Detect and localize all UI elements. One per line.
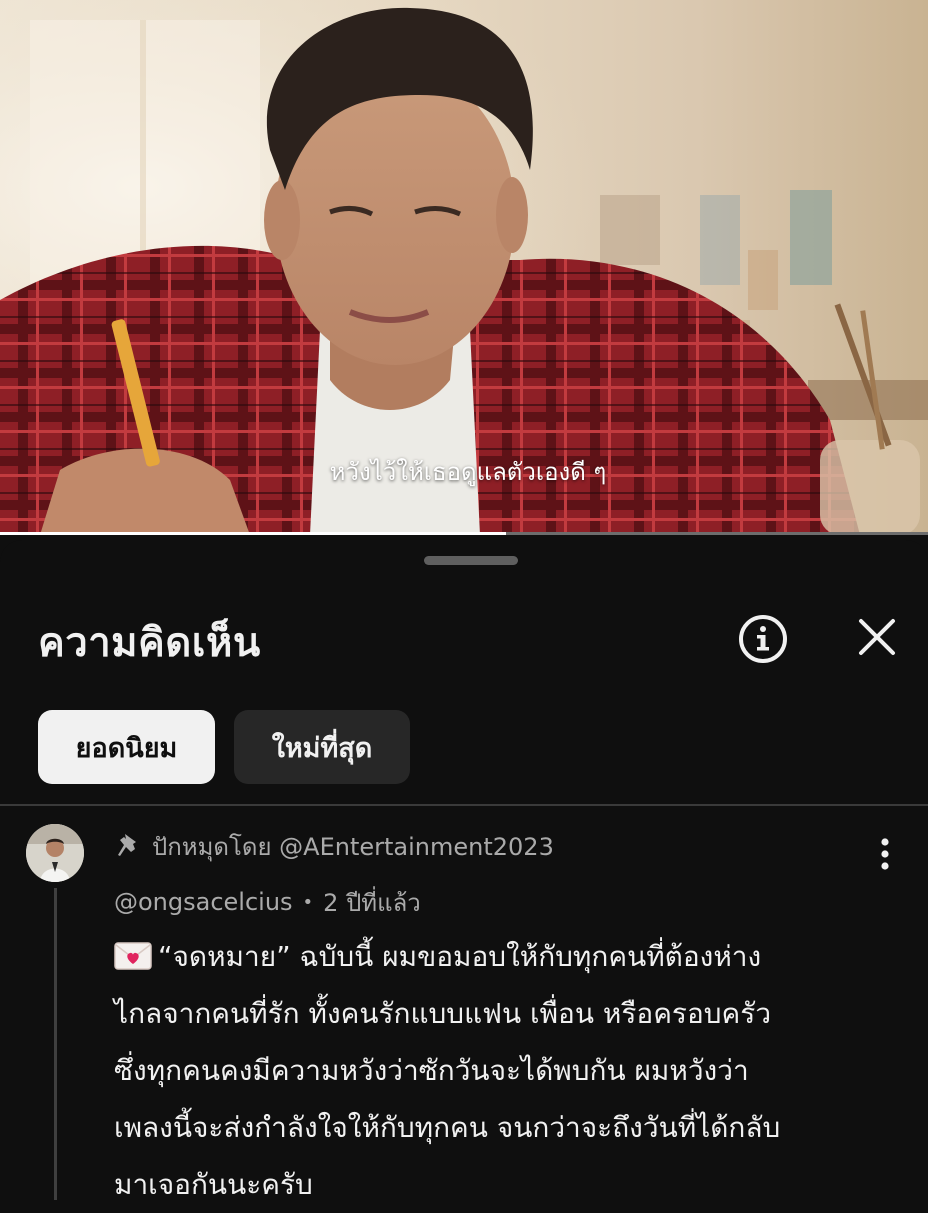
close-icon bbox=[859, 619, 895, 655]
video-player[interactable]: หวังไว้ให้เธอดูแลตัวเองดี ๆ bbox=[0, 0, 928, 535]
comments-title: ความคิดเห็น bbox=[38, 620, 261, 666]
comment-line: ซึ่งทุกคนคงมีความหวังว่าซักวันจะได้พบกัน… bbox=[114, 1054, 749, 1087]
info-icon bbox=[739, 615, 787, 663]
divider bbox=[0, 804, 928, 806]
pinned-by-text: ปักหมุดโดย @AEntertainment2023 bbox=[152, 832, 554, 861]
love-letter-icon bbox=[114, 942, 152, 970]
thread-line bbox=[54, 888, 57, 1200]
video-subtitle: หวังไว้ให้เธอดูแลตัวเองดี ๆ bbox=[329, 458, 607, 486]
pin-icon bbox=[118, 834, 136, 856]
comment-line: มาเจอกันนะครับ bbox=[114, 1168, 313, 1201]
comment-text: “จดหมาย” ฉบับนี้ ผมขอมอบให้กับทุกคนที่ต้… bbox=[114, 928, 894, 1213]
video-progress-bar[interactable] bbox=[0, 532, 928, 535]
video-progress-fill bbox=[0, 532, 506, 535]
sheet-drag-handle[interactable] bbox=[424, 556, 518, 565]
comment-line-text: “จดหมาย” ฉบับนี้ ผมขอมอบให้กับทุกคนที่ต้… bbox=[158, 940, 762, 973]
close-button[interactable] bbox=[852, 612, 902, 662]
comment-meta: @ongsacelcius • 2 ปีที่แล้ว bbox=[114, 884, 421, 920]
comment-line: “จดหมาย” ฉบับนี้ ผมขอมอบให้กับทุกคนที่ต้… bbox=[114, 928, 894, 985]
comment-line: เพลงนี้จะส่งกำลังใจให้กับทุกคน จนกว่าจะถ… bbox=[114, 1111, 781, 1144]
filter-chip-newest[interactable]: ใหม่ที่สุด bbox=[234, 710, 410, 784]
comment-line: ไกลจากคนที่รัก ทั้งคนรักแบบแฟน เพื่อน หร… bbox=[114, 997, 772, 1030]
avatar-image bbox=[26, 824, 84, 882]
comment-menu-button[interactable] bbox=[868, 832, 902, 876]
more-vertical-icon bbox=[881, 838, 889, 870]
filter-chip-top[interactable]: ยอดนิยม bbox=[38, 710, 215, 784]
comments-sheet: ความคิดเห็น ยอดนิยม ใหม่ที่สุด ปักหมุดโด… bbox=[0, 540, 928, 1201]
separator-dot: • bbox=[302, 891, 314, 913]
comment-author[interactable]: @ongsacelcius bbox=[114, 888, 293, 916]
info-button[interactable] bbox=[736, 612, 790, 666]
comment-time: 2 ปีที่แล้ว bbox=[323, 888, 421, 917]
avatar[interactable] bbox=[26, 824, 84, 882]
pinned-label: ปักหมุดโดย @AEntertainment2023 bbox=[116, 828, 554, 864]
